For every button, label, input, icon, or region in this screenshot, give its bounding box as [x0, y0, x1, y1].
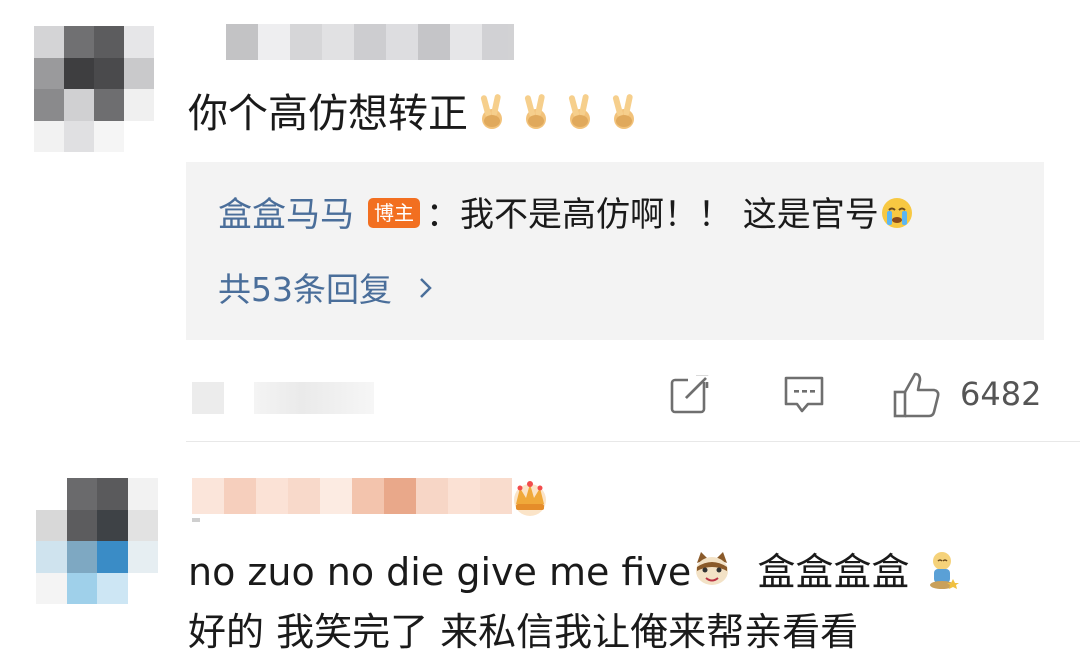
cat-face-emoji	[691, 549, 733, 591]
chevron-right-icon	[417, 266, 435, 312]
view-replies-link[interactable]: 共53条回复	[218, 266, 435, 313]
like-count: 6482	[960, 375, 1042, 413]
peace-hand-emoji	[472, 91, 512, 131]
reply-text: 我不是高仿啊！！ 这是官号	[460, 195, 879, 235]
username[interactable]	[226, 24, 514, 60]
comment-text-line2: 好的 我笑完了 来私信我让俺来帮亲看看	[188, 610, 859, 654]
timestamp	[192, 382, 224, 414]
peace-hand-emoji	[516, 91, 556, 131]
peace-hand-emoji	[560, 91, 600, 131]
reply-count-label: 共53条回复	[218, 270, 392, 309]
blogger-badge: 博主	[368, 198, 420, 228]
thumbs-up-icon[interactable]	[890, 370, 944, 424]
username[interactable]	[192, 478, 512, 514]
comment-body-2: 盒盒盒盒	[733, 550, 922, 594]
timestamp	[192, 518, 200, 522]
doge-figure-emoji	[921, 549, 963, 591]
crown-badge-icon	[506, 474, 554, 526]
comment-text: 你个高仿想转正	[188, 88, 644, 140]
divider	[186, 441, 1080, 442]
peace-hand-emoji	[604, 91, 644, 131]
reply-line: 盒盒马马 博主 ：我不是高仿啊！！ 这是官号	[218, 192, 915, 238]
reply-author[interactable]: 盒盒马马	[218, 195, 354, 235]
comment-body: 你个高仿想转正	[188, 91, 468, 137]
comment-body: no zuo no die give me five	[188, 550, 692, 594]
reply-preview[interactable]: 盒盒马马 博主 ：我不是高仿啊！！ 这是官号 共53条回复	[186, 162, 1044, 340]
avatar[interactable]	[34, 26, 154, 152]
location-text	[254, 382, 374, 414]
crying-face-emoji	[879, 195, 915, 231]
avatar[interactable]	[36, 478, 158, 604]
comment-text: no zuo no die give me five 盒盒盒盒	[188, 546, 963, 598]
share-icon[interactable]	[666, 370, 714, 422]
reply-separator: ：	[426, 195, 460, 235]
comment-actions: 6482	[0, 362, 1080, 426]
comment-icon[interactable]	[780, 370, 828, 422]
